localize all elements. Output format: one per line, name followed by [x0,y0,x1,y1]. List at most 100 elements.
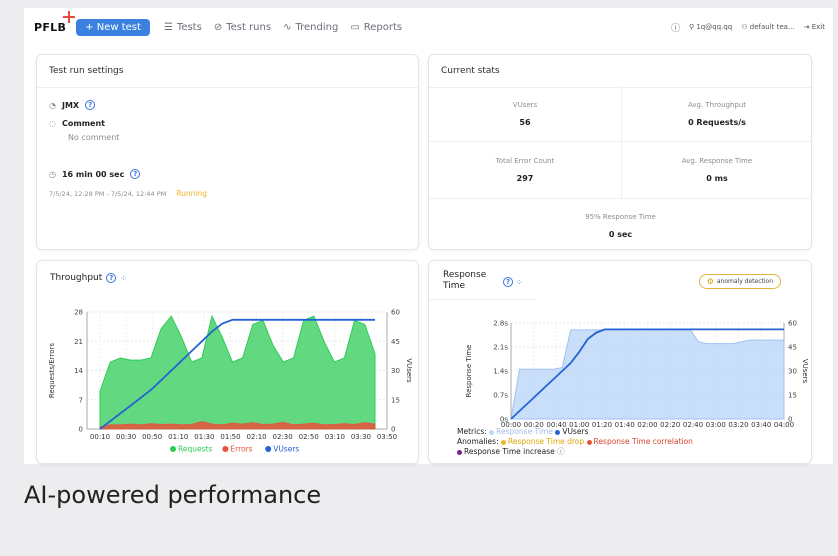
team-name: default tea... [749,23,795,31]
new-test-button[interactable]: + New test [76,18,150,36]
info-icon[interactable]: ⓘ [557,447,565,456]
comment-value: No comment [68,133,120,142]
help-icon[interactable]: ? [130,169,141,179]
team-icon: ⚇ [741,23,748,31]
x-tick-label: 03:20 [728,421,748,429]
nav-trending[interactable]: ∿ Trending [283,22,338,33]
y2-tick-label: 15 [788,392,797,400]
legend-dot [222,446,229,452]
response-time-chart[interactable]: 0s0.7s1.4s2.1s2.8s01530456000:00 00:20 00:… [429,261,813,431]
nav-reports[interactable]: ▭ Reports [350,22,402,33]
stat-label: VUsers [512,101,538,109]
x-tick-label: 00:50 [142,433,162,441]
period-row: 7/5/24, 12:28 PM - 7/5/24, 12:44 PM Runn… [49,189,207,198]
app-frame: PFLB + New test ☰ Tests ⊘ Test runs ∿ Tr… [24,8,833,464]
x-tick-label: 03:30 [351,433,371,441]
metrics-label: Metrics: [457,427,487,436]
exit-icon: ⇥ [803,23,810,31]
y-tick-label: 2.1s [493,344,508,352]
divider [429,141,812,142]
throughput-panel: Throughput ? ⁘ 0 7 14 21 28 0 15 30 45 60 00:10 00:… [36,260,419,464]
legend-label: Errors [230,445,252,454]
test-type-row: ◔ JMX ? [49,100,96,110]
test-run-settings-panel: Test run settings ◔ JMX ? ◌ Comment No c… [36,54,419,250]
team-menu[interactable]: ⚇ default tea... [741,23,794,31]
help-icon[interactable]: ? [85,100,96,110]
nav-test-runs-label: Test runs [226,21,272,33]
y2-axis-label: VUsers [801,359,809,384]
logo-text: PFLB [34,20,67,34]
legend-item[interactable]: VUsers [555,427,588,436]
y-tick-label: 14 [74,367,83,375]
x-tick-label: 02:30 [273,433,293,441]
test-type: JMX [61,100,80,110]
nav-tests[interactable]: ☰ Tests [164,22,202,33]
x-tick-label: 04:00 [774,421,794,429]
nav-trending-label: Trending [295,21,339,33]
anomalies-label: Anomalies: [457,437,499,446]
legend-dot [265,446,272,452]
exit-label: Exit [811,23,825,31]
panel-title: Test run settings [37,55,418,88]
y-tick-label: 0 [79,426,83,434]
stat-response-time: Avg. Response Time 0 ms [621,157,813,183]
stat-p95: 95% Response Time 0 sec [429,213,812,239]
pulse-icon: ∿ [283,21,292,33]
legend-item[interactable]: Response Time [489,427,553,436]
duration-row: ◷ 16 min 00 sec ? [49,169,141,179]
comment-icon: ◌ [49,119,56,128]
legend-dot [489,429,495,435]
stat-vusers: VUsers 56 [429,101,621,127]
x-tick-label: 01:10 [168,433,188,441]
nav-right: ⓘ ⚲ 1q@qq.qq ⚇ default tea... ⇥ Exit [671,21,833,34]
exit-button[interactable]: ⇥ Exit [804,23,825,31]
stat-value: 0 ms [706,174,728,183]
folder-icon: ▭ [350,21,360,33]
x-tick-label: 01:50 [220,433,240,441]
response-legend: Metrics: Response Time VUsers Anomalies:… [457,427,693,457]
y-tick-label: 0.7s [493,392,508,400]
legend-label: VUsers [562,427,589,436]
stat-value: 297 [516,174,534,183]
divider [429,198,812,199]
x-tick-label: 03:50 [377,433,397,441]
throughput-chart[interactable]: 0714212801530456000:10 00:30 00:50 01:10 01:… [37,261,420,465]
legend-dot [457,449,462,455]
x-tick-label: 03:00 [706,421,726,429]
anomalies-legend: Anomalies: Response Time drop Response T… [457,437,693,447]
legend-item-correlation[interactable]: Response Time correlation [586,437,693,446]
pflb-logo[interactable]: PFLB [34,10,75,34]
clock-icon: ◷ [49,169,56,179]
anomalies-legend-2: Response Time increase ⓘ [457,447,693,457]
user-icon: ⚲ [688,23,695,31]
stat-value: 56 [519,118,531,127]
legend-dot [555,429,561,435]
panel-title: Current stats [429,55,811,88]
stat-label: 95% Response Time [585,213,656,221]
y-tick-label: 28 [74,309,83,317]
comment-value-row: No comment [68,133,119,142]
comment-row: ◌ Comment [49,119,105,128]
nav-reports-label: Reports [363,21,403,33]
user-menu[interactable]: ⚲ 1q@qq.qq [689,23,732,31]
legend-label: Response Time drop [507,437,585,446]
y-tick-label: 7 [79,396,83,404]
legend-label: VUsers [273,445,299,454]
help-icon[interactable]: ⓘ [671,21,680,34]
x-tick-label: 02:10 [246,433,266,441]
legend-dot [586,439,592,445]
y-tick-label: 1.4s [493,368,508,376]
stat-value: 0 Requests/s [688,118,746,127]
stat-label: Avg. Response Time [681,157,753,165]
legend-item-increase[interactable]: Response Time increase ⓘ [457,447,565,456]
nav-tests-label: Tests [176,21,202,33]
legend-dot [170,446,176,452]
y2-axis-label: VUsers [405,358,413,383]
stat-throughput: Avg. Throughput 0 Requests/s [621,101,813,127]
logo-cross-icon [63,10,75,23]
legend-item-drop[interactable]: Response Time drop [500,437,585,446]
response-time-panel: Response Time ? ⁘ ⚙ anomaly detection 0s… [428,260,812,464]
run-period: 7/5/24, 12:28 PM - 7/5/24, 12:44 PM [49,189,167,198]
nav-test-runs[interactable]: ⊘ Test runs [214,22,271,33]
y2-tick-label: 60 [788,320,797,328]
